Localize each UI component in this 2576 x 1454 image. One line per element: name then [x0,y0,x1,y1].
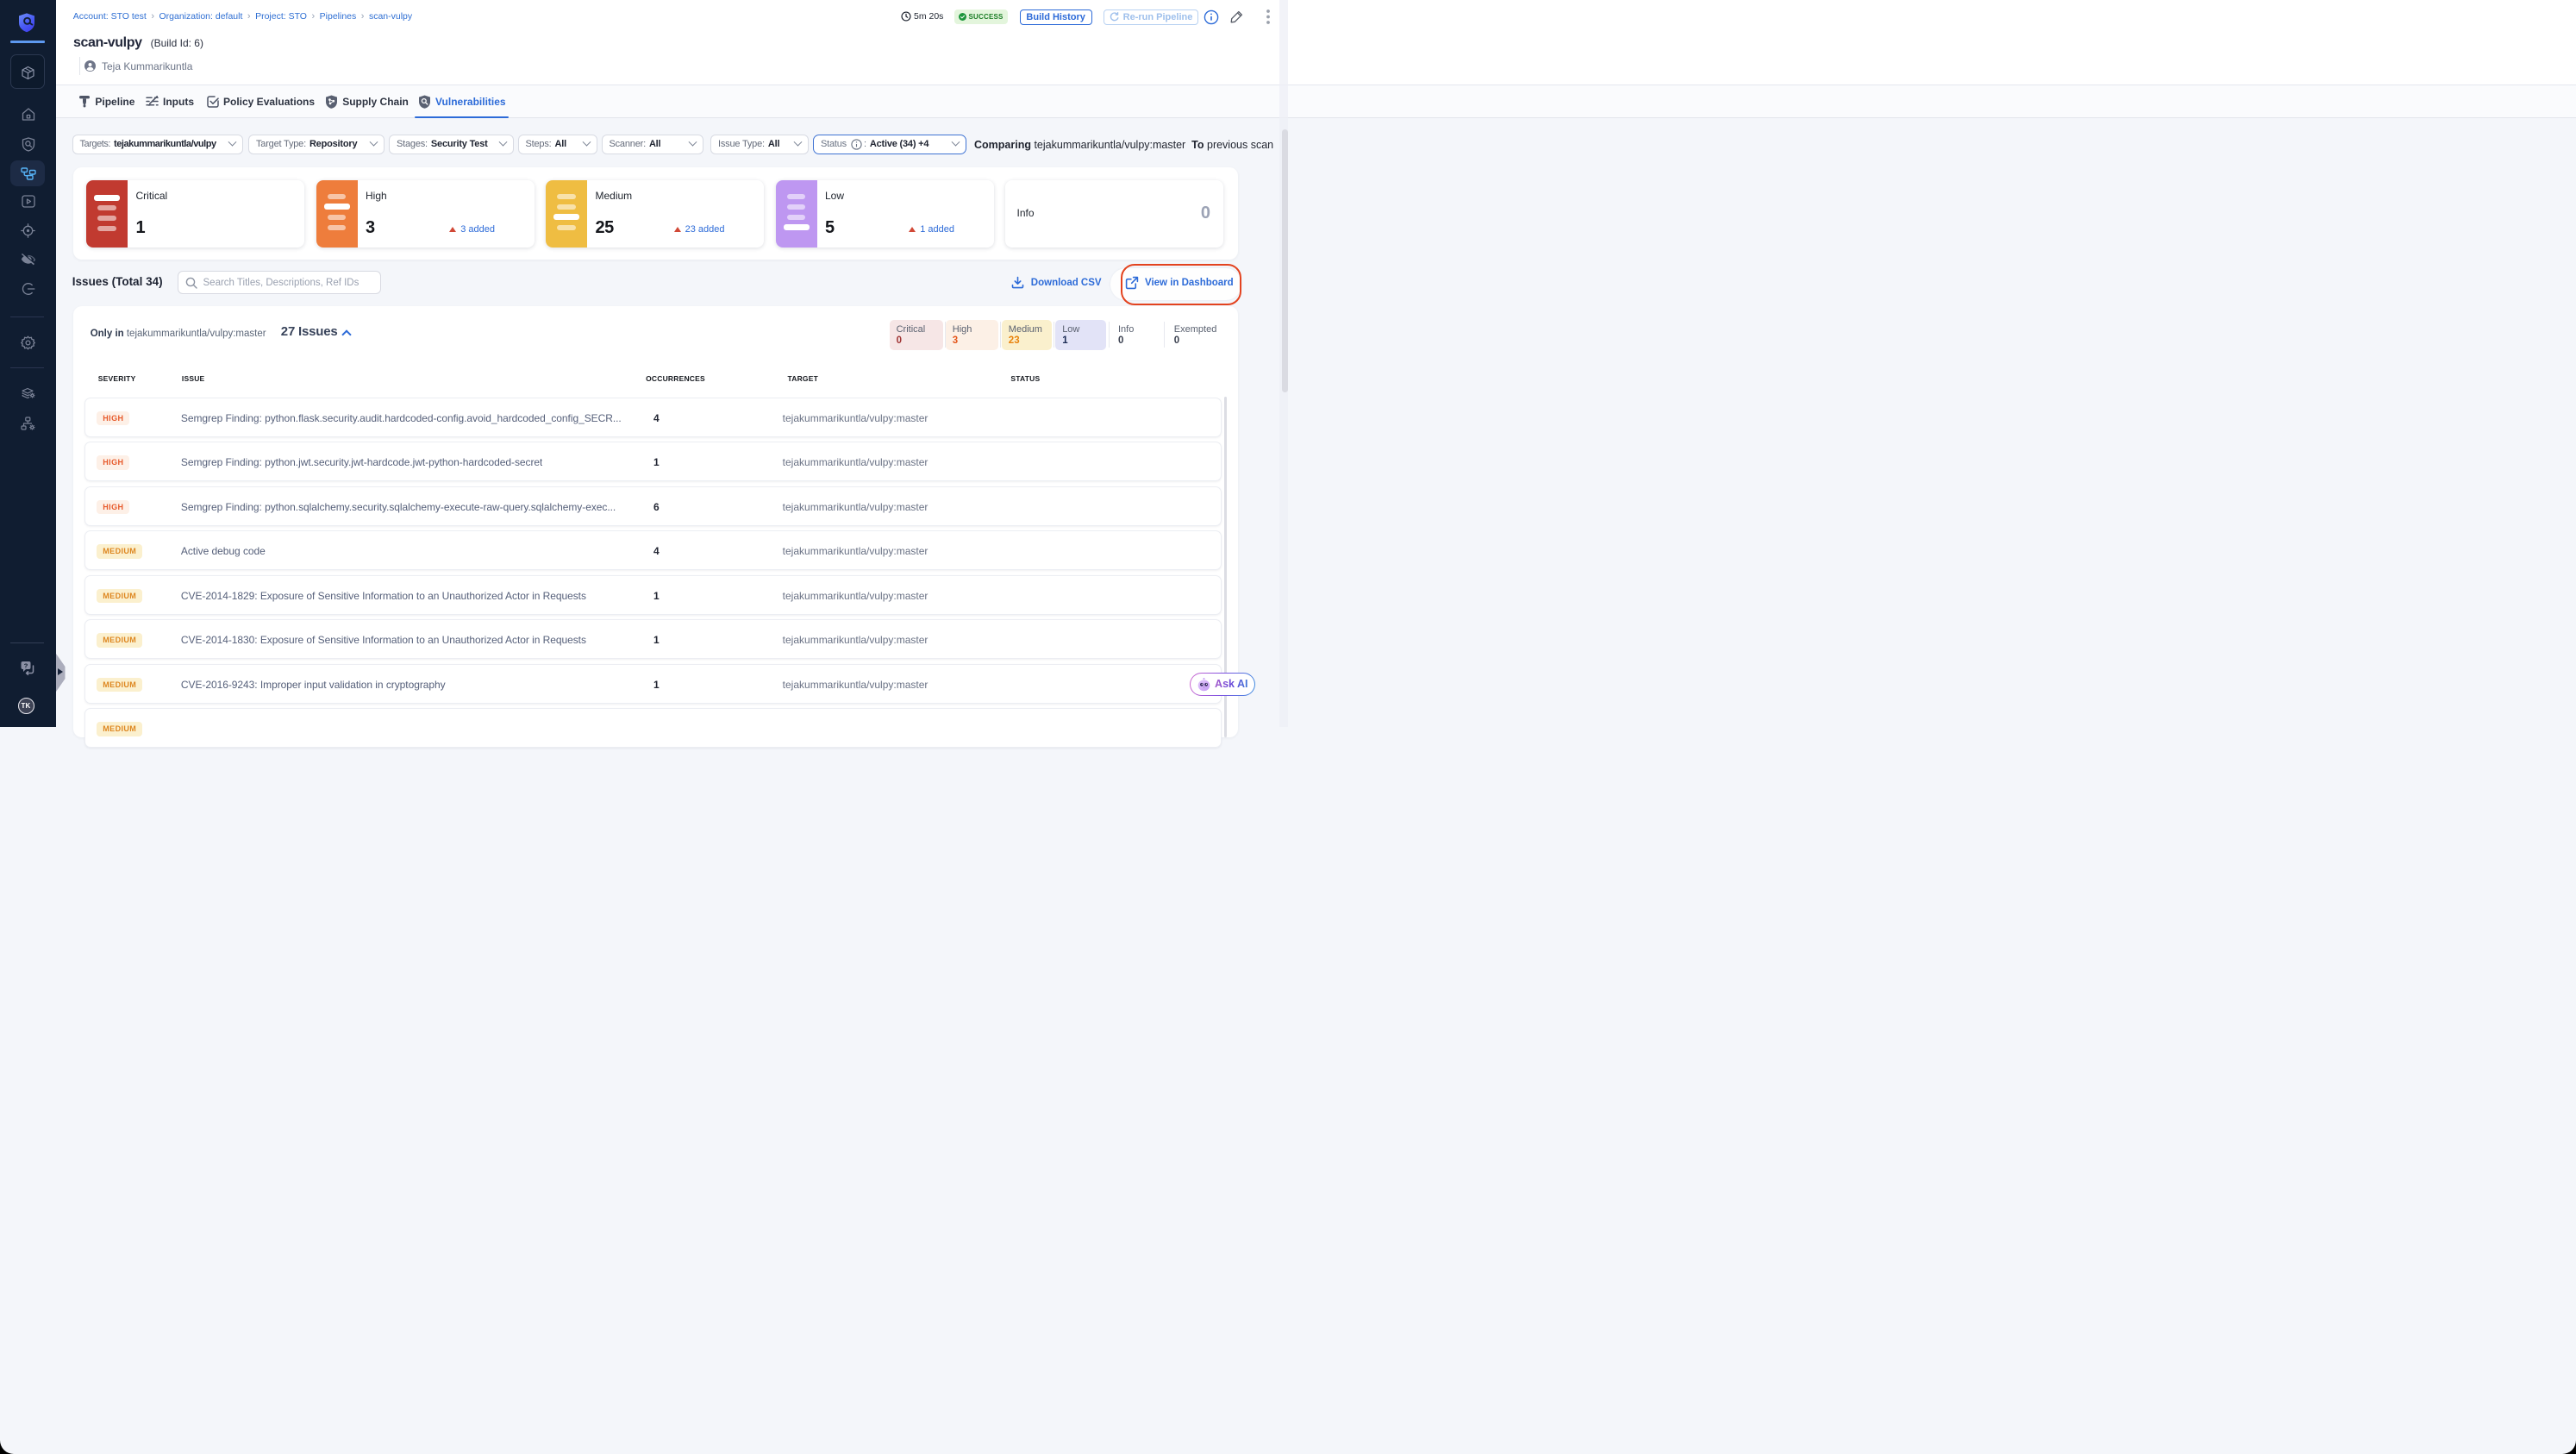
svg-text:?: ? [24,661,28,669]
